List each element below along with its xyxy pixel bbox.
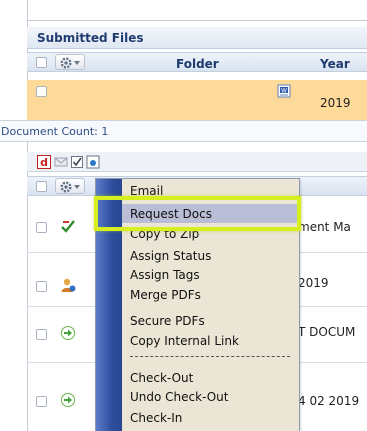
row-checkbox[interactable] (36, 396, 47, 407)
menu-item-check-out[interactable]: Check-Out (130, 370, 300, 386)
menu-item-merge-pdfs[interactable]: Merge PDFs (130, 287, 300, 303)
gear-icon (60, 57, 72, 69)
year-column-header[interactable]: Year (320, 57, 350, 71)
checklist-icon[interactable] (70, 155, 84, 169)
user-info-icon[interactable] (60, 277, 76, 293)
menu-separator (130, 356, 290, 357)
document-row-text: 4 02 2019 (298, 394, 360, 408)
document-row-text: ment Ma (298, 220, 351, 234)
preview-icon[interactable] (86, 155, 100, 169)
gear-icon (60, 181, 72, 193)
annotation-highlight-box (94, 196, 301, 231)
folder-column-header[interactable]: Folder (176, 57, 219, 71)
document-count-bar: Document Count: 1 (0, 120, 367, 142)
document-row-text: T DOCUM (298, 325, 356, 339)
row-checkbox[interactable] (36, 222, 47, 233)
row-checkbox[interactable] (36, 281, 47, 292)
email-icon[interactable] (54, 155, 68, 169)
row-checkbox[interactable] (36, 329, 47, 340)
menu-item-copy-internal-link[interactable]: Copy Internal Link (130, 333, 300, 349)
select-all-checkbox[interactable] (36, 57, 47, 68)
word-doc-icon[interactable]: W (277, 84, 291, 98)
actions-menu-button[interactable] (55, 54, 85, 70)
menu-item-assign-tags[interactable]: Assign Tags (130, 267, 300, 283)
row-checkbox[interactable] (36, 86, 47, 97)
documents-actions-button[interactable] (55, 178, 85, 194)
document-count: Document Count: 1 (1, 125, 109, 138)
pdf-icon[interactable]: d (37, 155, 51, 169)
submitted-file-row[interactable]: W 2019 (27, 80, 367, 120)
green-arrow-icon[interactable] (60, 392, 76, 408)
svg-text:W: W (281, 88, 287, 95)
row-year: 2019 (320, 96, 351, 110)
submitted-files-title-bar: Submitted Files (27, 27, 367, 49)
menu-item-check-in[interactable]: Check-In (130, 410, 300, 426)
submitted-files-title: Submitted Files (37, 31, 144, 45)
top-divider (27, 20, 367, 21)
menu-item-secure-pdfs[interactable]: Secure PDFs (130, 313, 300, 329)
document-row-text: 2019 (298, 276, 329, 290)
svg-text:d: d (40, 156, 48, 169)
documents-select-all-checkbox[interactable] (36, 181, 47, 192)
chevron-down-icon (74, 61, 80, 65)
green-arrow-icon[interactable] (60, 325, 76, 341)
menu-item-undo-check-out[interactable]: Undo Check-Out (130, 389, 300, 405)
chevron-down-icon (74, 185, 80, 189)
request-icon[interactable] (60, 218, 76, 234)
menu-item-assign-status[interactable]: Assign Status (130, 248, 300, 264)
